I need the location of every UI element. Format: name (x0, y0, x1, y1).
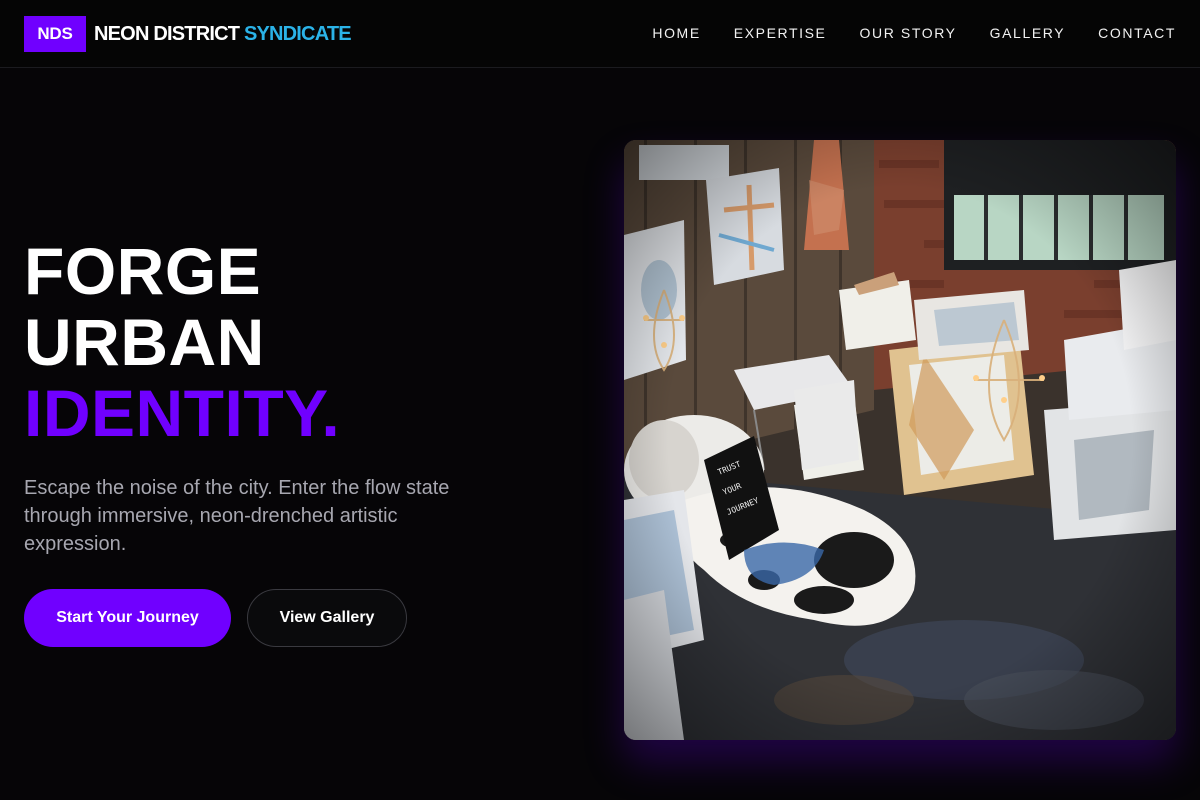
nav-link-contact[interactable]: CONTACT (1098, 22, 1176, 44)
start-journey-button[interactable]: Start Your Journey (24, 589, 231, 647)
hero-image: TRUST YOUR JOURNEY (624, 140, 1176, 740)
brand-name-accent: SYNDICATE (243, 22, 352, 45)
main-nav: HOME EXPERTISE OUR STORY GALLERY CONTACT (652, 22, 1176, 44)
view-gallery-button[interactable]: View Gallery (247, 589, 407, 647)
brand-name: NEON DISTRICT SYNDICATE (94, 22, 352, 46)
brand-name-main: NEON DISTRICT (94, 22, 240, 45)
site-header: NDS NEON DISTRICT SYNDICATE HOME EXPERTI… (0, 0, 1200, 68)
nav-link-gallery[interactable]: GALLERY (990, 22, 1066, 44)
brand-logo[interactable]: NDS NEON DISTRICT SYNDICATE (24, 16, 352, 52)
hero-title: FORGE URBAN IDENTITY. (24, 236, 340, 449)
hero-title-line-2: URBAN (24, 305, 265, 379)
logo-badge: NDS (24, 16, 86, 52)
nav-link-our-story[interactable]: OUR STORY (860, 22, 957, 44)
nav-link-home[interactable]: HOME (652, 22, 700, 44)
hero-subtitle: Escape the noise of the city. Enter the … (24, 477, 450, 555)
hero-title-line-3: IDENTITY. (24, 376, 341, 450)
nav-link-expertise[interactable]: EXPERTISE (734, 22, 827, 44)
studio-photo: TRUST YOUR JOURNEY (624, 140, 1176, 740)
hero-title-line-1: FORGE (24, 234, 262, 308)
